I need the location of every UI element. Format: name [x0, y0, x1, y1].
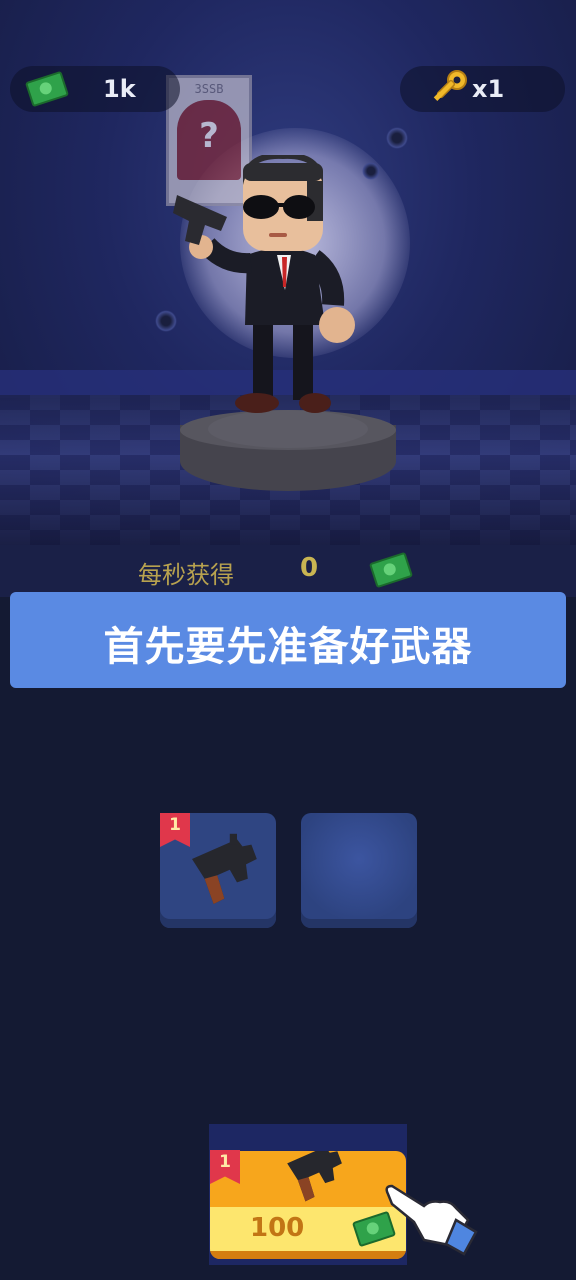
pointing-hand-icon — [385, 1184, 478, 1256]
tutorial-banner: 首先要先准备好武器 — [10, 592, 566, 688]
cash-icon — [24, 70, 70, 108]
money-counter: 1k — [10, 66, 180, 112]
tutorial-text: 首先要先准备好武器 — [103, 624, 473, 670]
pistol-icon[interactable] — [174, 823, 264, 913]
income-value: 0 — [300, 553, 319, 583]
buy-price: 100 — [250, 1213, 305, 1243]
poster-question-mark: ? — [199, 116, 219, 156]
key-counter: x1 — [400, 66, 565, 112]
income-row — [0, 545, 576, 597]
key-count: x1 — [472, 75, 505, 103]
agent-character — [173, 155, 355, 413]
poster-code: 3SSB — [194, 82, 224, 96]
key-icon — [433, 70, 467, 101]
bullet-hole — [386, 127, 408, 149]
pistol-icon — [287, 1151, 342, 1202]
weapon-slot-1[interactable]: 1 — [160, 813, 276, 928]
money-value: 1k — [103, 75, 136, 103]
income-label: 每秒获得 — [138, 561, 234, 589]
weapon-slot-2[interactable] — [301, 813, 417, 928]
